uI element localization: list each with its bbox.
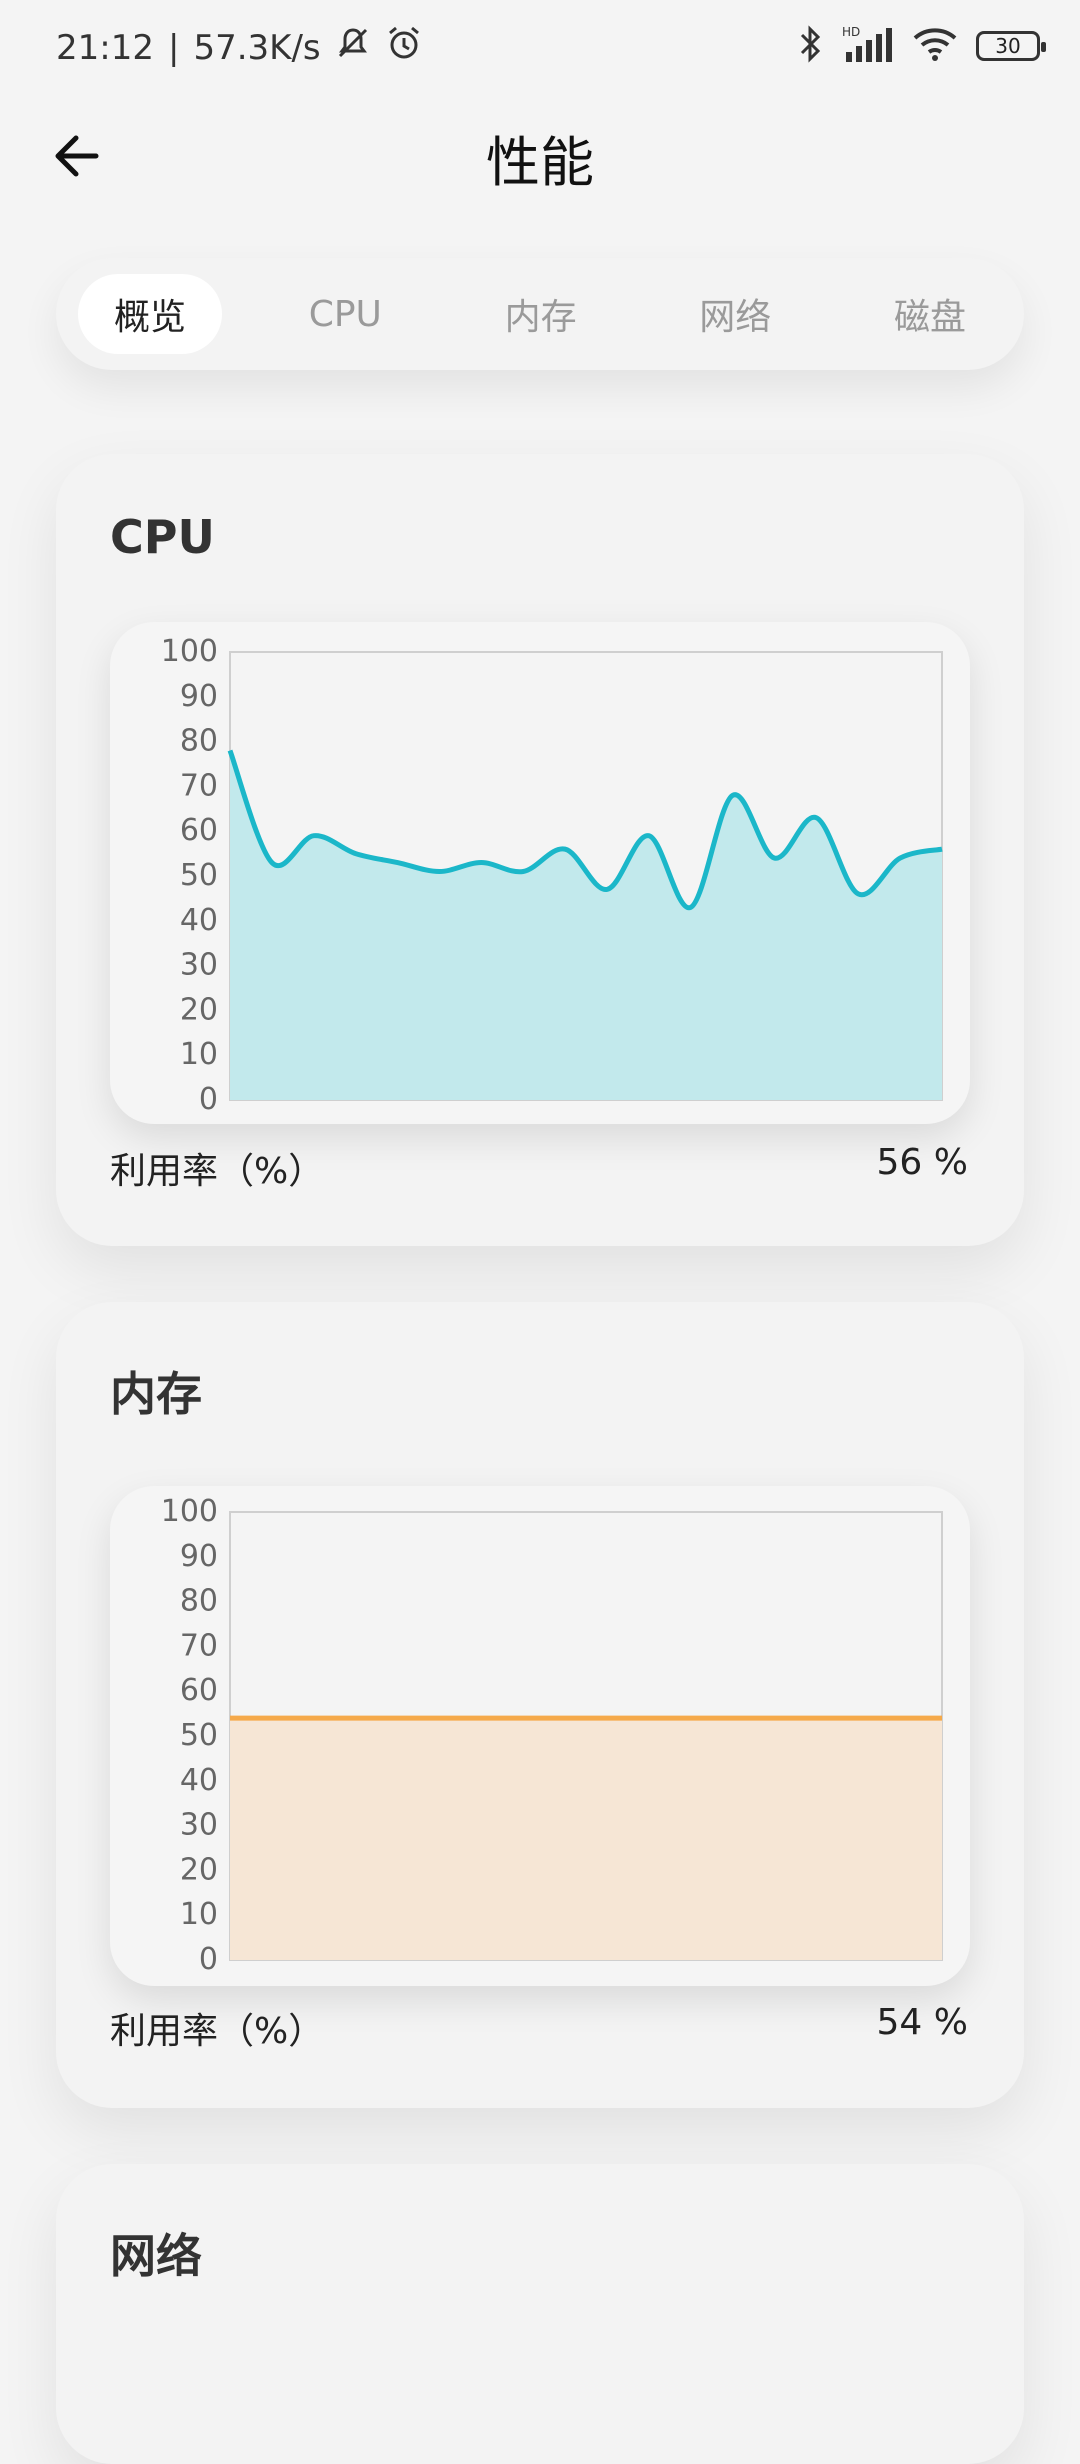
network-speed: 57.3K/s bbox=[193, 28, 320, 68]
page-title: 性能 bbox=[0, 118, 1080, 197]
status-bar: 21:12 | 57.3K/s HD 30 bbox=[0, 0, 1080, 96]
svg-text:HD: HD bbox=[842, 25, 860, 39]
memory-chart-ytick-label: 100 bbox=[161, 1494, 218, 1529]
memory-chart-ytick-label: 70 bbox=[180, 1628, 218, 1663]
memory-chart-box: 0 10 20 30 40 50 60 70 80 90 100 bbox=[110, 1486, 970, 1986]
memory-chart-ytick-label: 50 bbox=[180, 1718, 218, 1753]
memory-chart-ytick-label: 60 bbox=[180, 1673, 218, 1708]
tab-disk[interactable]: 磁盘 bbox=[858, 274, 1002, 354]
cpu-chart-ytick-label: 70 bbox=[180, 768, 218, 803]
network-card[interactable]: 网络 bbox=[56, 2164, 1024, 2464]
cpu-chart: 0 10 20 30 40 50 60 70 80 90 100 bbox=[110, 622, 970, 1124]
tab-strip: 概览 CPU 内存 网络 磁盘 bbox=[56, 258, 1024, 370]
memory-usage-value: 54 % bbox=[877, 2002, 968, 2043]
cpu-chart-ytick-label: 10 bbox=[180, 1037, 218, 1072]
tab-overview[interactable]: 概览 bbox=[78, 274, 222, 354]
alarm-icon bbox=[385, 24, 423, 71]
tab-memory[interactable]: 内存 bbox=[469, 274, 613, 354]
cpu-chart-ytick-label: 60 bbox=[180, 813, 218, 848]
cpu-chart-ytick-label: 0 bbox=[199, 1082, 218, 1117]
memory-card[interactable]: 内存 0 10 20 30 40 50 60 70 80 90 100 利用率（%） 54 % bbox=[56, 1302, 1024, 2108]
wifi-icon bbox=[912, 26, 958, 66]
memory-chart-ytick-label: 40 bbox=[180, 1763, 218, 1798]
cpu-chart-box: 0 10 20 30 40 50 60 70 80 90 100 bbox=[110, 622, 970, 1124]
cpu-chart-ytick-label: 20 bbox=[180, 992, 218, 1027]
status-divider: | bbox=[168, 28, 179, 68]
status-right: HD 30 bbox=[798, 24, 1040, 68]
status-left: 21:12 | 57.3K/s bbox=[56, 24, 423, 71]
memory-chart-area-fill bbox=[230, 1718, 942, 1960]
cpu-chart-ytick-label: 50 bbox=[180, 858, 218, 893]
header: 性能 bbox=[0, 110, 1080, 200]
memory-chart-ytick-label: 0 bbox=[199, 1942, 218, 1977]
memory-chart-ytick-label: 20 bbox=[180, 1852, 218, 1887]
memory-chart-ytick-label: 30 bbox=[180, 1808, 218, 1843]
memory-chart-ytick-label: 80 bbox=[180, 1584, 218, 1619]
memory-chart-ytick-label: 90 bbox=[180, 1539, 218, 1574]
hd-signal-icon: HD bbox=[842, 24, 894, 68]
tab-network[interactable]: 网络 bbox=[663, 274, 807, 354]
bluetooth-icon bbox=[798, 24, 824, 68]
cpu-card[interactable]: CPU 0 10 20 30 40 50 60 70 80 90 100 利用率（%） 56 % bbox=[56, 454, 1024, 1246]
memory-card-title: 内存 bbox=[110, 1358, 202, 1424]
memory-chart: 0 10 20 30 40 50 60 70 80 90 100 bbox=[110, 1486, 970, 1986]
battery-icon: 30 bbox=[976, 31, 1040, 61]
cpu-chart-ytick-label: 30 bbox=[180, 948, 218, 983]
network-card-title: 网络 bbox=[110, 2220, 202, 2286]
cpu-chart-ytick-label: 100 bbox=[161, 634, 218, 669]
cpu-chart-ytick-label: 90 bbox=[180, 679, 218, 714]
cpu-chart-ytick-label: 40 bbox=[180, 903, 218, 938]
status-time: 21:12 bbox=[56, 28, 154, 68]
cpu-chart-ytick-label: 80 bbox=[180, 724, 218, 759]
cpu-card-title: CPU bbox=[110, 510, 215, 564]
cpu-usage-value: 56 % bbox=[877, 1142, 968, 1183]
cpu-usage-label: 利用率（%） bbox=[110, 1142, 324, 1194]
silent-bell-icon bbox=[335, 25, 371, 70]
memory-chart-ytick-label: 10 bbox=[180, 1897, 218, 1932]
memory-usage-label: 利用率（%） bbox=[110, 2002, 324, 2054]
tab-cpu[interactable]: CPU bbox=[273, 280, 418, 349]
